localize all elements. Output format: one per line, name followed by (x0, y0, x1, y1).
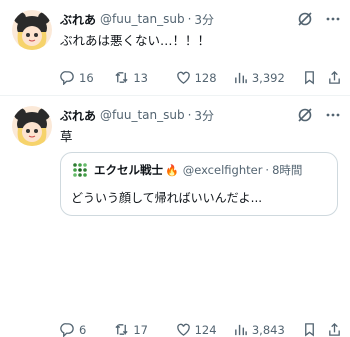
tweet-text: 草 (60, 129, 73, 144)
share-icon (329, 70, 340, 84)
tweet[interactable]: ぶれあ @fuu_tan_sub · 3分 ぶれあは悪くない…！！！ 16 13… (0, 0, 350, 96)
bookmark-icon (305, 71, 314, 85)
more-options-icon[interactable] (324, 10, 342, 28)
views-icon (234, 72, 247, 84)
quote-avatar[interactable] (71, 161, 89, 179)
heart-icon (176, 71, 190, 84)
avatar[interactable] (12, 106, 52, 146)
more-options-icon[interactable] (324, 106, 342, 124)
quote-text: どういう顔して帰ればいいんだよ... (71, 191, 263, 205)
like-count: 128 (194, 70, 217, 85)
tweet[interactable]: ぶれあ @fuu_tan_sub · 3分 草 エクセル戦士 🔥 @excelf… (0, 96, 350, 337)
quote-author-name[interactable]: エクセル戦士 (94, 162, 163, 178)
separator: · (187, 108, 192, 122)
share-button[interactable] (327, 322, 342, 337)
retweet-count: 17 (133, 322, 148, 337)
reply-button[interactable]: 16 (60, 70, 114, 85)
views-button[interactable]: 3,392 (233, 70, 302, 85)
bookmark-button[interactable] (302, 322, 317, 337)
quote-timestamp[interactable]: 8時間 (272, 162, 302, 178)
like-button[interactable]: 128 (176, 70, 233, 85)
reply-button[interactable]: 6 (60, 322, 114, 337)
author-handle[interactable]: @fuu_tan_sub (100, 12, 185, 26)
reply-icon (60, 323, 74, 337)
timestamp[interactable]: 3分 (194, 11, 214, 28)
author-name[interactable]: ぶれあ (60, 107, 96, 124)
view-count: 3,392 (251, 70, 285, 85)
fire-icon: 🔥 (165, 163, 179, 177)
author-name[interactable]: ぶれあ (60, 11, 96, 28)
share-icon (329, 322, 340, 336)
views-button[interactable]: 3,843 (233, 322, 302, 337)
retweet-count: 13 (133, 70, 148, 85)
heart-icon (176, 323, 190, 336)
timestamp[interactable]: 3分 (194, 107, 214, 124)
grok-icon[interactable] (296, 10, 314, 28)
author-handle[interactable]: @fuu_tan_sub (100, 108, 185, 122)
share-button[interactable] (327, 70, 342, 85)
avatar[interactable] (12, 10, 52, 50)
retweet-icon (115, 72, 128, 83)
reply-icon (60, 71, 74, 85)
bookmark-icon (305, 323, 314, 337)
grok-icon[interactable] (296, 106, 314, 124)
quoted-tweet[interactable]: エクセル戦士 🔥 @excelfighter · 8時間 どういう顔して帰ればい… (60, 152, 338, 216)
separator: · (187, 12, 192, 26)
tweet-text: ぶれあは悪くない…！！！ (60, 33, 211, 48)
reply-count: 16 (79, 70, 94, 85)
retweet-icon (115, 324, 128, 335)
quote-author-handle[interactable]: @excelfighter (183, 163, 263, 177)
separator: · (265, 163, 270, 177)
bookmark-button[interactable] (302, 70, 317, 85)
retweet-button[interactable]: 17 (114, 322, 175, 337)
views-icon (234, 324, 247, 336)
reply-count: 6 (79, 322, 87, 337)
like-count: 124 (194, 322, 217, 337)
like-button[interactable]: 124 (176, 322, 233, 337)
view-count: 3,843 (251, 322, 285, 337)
retweet-button[interactable]: 13 (114, 70, 175, 85)
